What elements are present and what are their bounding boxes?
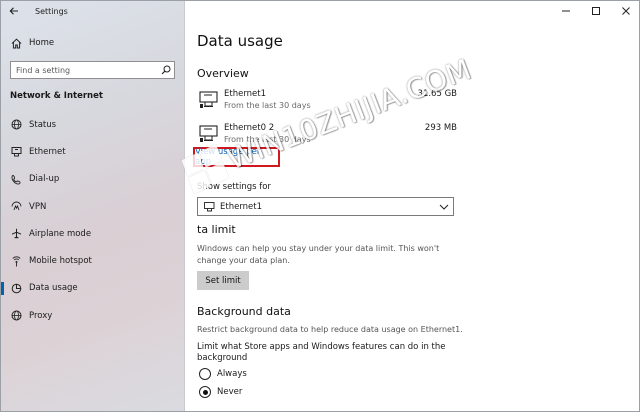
adapter-name: Ethernet0 2 xyxy=(224,123,275,133)
usage-period: From the last 30 days xyxy=(224,135,311,144)
airplane-icon xyxy=(9,228,23,239)
sidebar-item-home[interactable]: Home xyxy=(1,33,185,53)
sidebar-item-proxy[interactable]: Proxy xyxy=(1,302,185,329)
sidebar-item-status[interactable]: Status xyxy=(1,111,185,138)
radio-always[interactable]: Always xyxy=(199,368,247,380)
search-input[interactable] xyxy=(11,65,158,75)
radio-label: Always xyxy=(217,369,247,379)
sidebar-item-label: Ethernet xyxy=(29,146,66,157)
minimize-button[interactable] xyxy=(551,1,581,21)
usage-amount: 293 MB xyxy=(424,123,457,133)
radio-button[interactable] xyxy=(199,368,211,380)
home-icon xyxy=(9,38,23,49)
chevron-down-icon xyxy=(435,204,453,210)
sidebar-section-heading: Network & Internet xyxy=(10,91,103,101)
data-usage-icon xyxy=(9,283,23,294)
background-data-question: Limit what Store apps and Windows featur… xyxy=(197,342,446,363)
back-arrow-icon xyxy=(9,7,18,15)
radio-label: Never xyxy=(217,387,243,397)
sidebar-item-label: Data usage xyxy=(29,283,78,294)
sidebar-item-airplane-mode[interactable]: Airplane mode xyxy=(1,220,185,247)
radio-never[interactable]: Never xyxy=(199,386,242,398)
view-usage-per-app-link[interactable]: View usage per app xyxy=(195,147,278,167)
back-button[interactable] xyxy=(1,1,27,21)
hotspot-icon xyxy=(9,256,23,267)
app-title: Settings xyxy=(35,6,68,16)
ethernet-icon xyxy=(9,146,23,157)
sidebar-item-label: Mobile hotspot xyxy=(29,256,92,267)
sidebar-item-ethernet[interactable]: Ethernet xyxy=(1,138,185,165)
minimize-icon xyxy=(562,10,570,12)
maximize-button[interactable] xyxy=(581,1,611,21)
sidebar-item-mobile-hotspot[interactable]: Mobile hotspot xyxy=(1,247,185,274)
sidebar: Settings Home Network & Internet Status xyxy=(1,1,185,411)
globe-icon xyxy=(9,310,23,321)
data-limit-description: Windows can help you stay under your dat… xyxy=(197,244,440,265)
close-button[interactable] xyxy=(611,1,639,21)
search-icon[interactable] xyxy=(158,65,174,75)
usage-amount: 31.65 GB xyxy=(417,89,457,99)
ethernet-icon xyxy=(204,201,215,212)
network-select[interactable]: Ethernet1 xyxy=(197,197,454,216)
set-limit-button[interactable]: Set limit xyxy=(197,271,249,290)
sidebar-item-label: Status xyxy=(29,119,57,130)
usage-row-ethernet1: Ethernet1 From the last 30 days 31.65 GB xyxy=(197,89,457,117)
ethernet-icon xyxy=(199,125,219,146)
globe-icon xyxy=(9,119,23,130)
data-limit-heading: ta limit xyxy=(197,223,236,236)
maximize-icon xyxy=(592,7,600,15)
overview-heading: Overview xyxy=(197,67,249,80)
phone-icon xyxy=(9,174,23,185)
settings-window: Settings Home Network & Internet Status xyxy=(0,0,640,412)
network-select-value: Ethernet1 xyxy=(220,201,263,212)
sidebar-nav: Status Ethernet Dial-up VPN Airplane mod… xyxy=(1,111,185,329)
adapter-name: Ethernet1 xyxy=(224,89,267,99)
title-bar: Settings xyxy=(1,1,185,21)
sidebar-item-label: Airplane mode xyxy=(29,228,92,239)
vpn-icon xyxy=(9,201,23,212)
radio-button[interactable] xyxy=(199,386,211,398)
show-settings-label: Show settings for xyxy=(197,182,271,192)
sidebar-item-label: VPN xyxy=(29,201,47,212)
background-data-heading: Background data xyxy=(197,305,291,318)
main-content: Data usage Overview Ethernet1 From the l… xyxy=(185,1,639,411)
background-data-description: Restrict background data to help reduce … xyxy=(197,325,463,334)
sidebar-item-label: Home xyxy=(29,38,55,48)
usage-period: From the last 30 days xyxy=(224,101,311,110)
sidebar-item-vpn[interactable]: VPN xyxy=(1,193,185,220)
window-controls xyxy=(551,1,639,21)
highlight-box: View usage per app xyxy=(193,147,280,167)
search-box[interactable] xyxy=(10,61,175,79)
sidebar-item-data-usage[interactable]: Data usage xyxy=(1,275,185,302)
sidebar-item-dial-up[interactable]: Dial-up xyxy=(1,166,185,193)
sidebar-item-label: Dial-up xyxy=(29,174,60,185)
ethernet-icon xyxy=(199,91,219,112)
page-title: Data usage xyxy=(197,32,283,50)
close-icon xyxy=(622,7,630,15)
sidebar-item-label: Proxy xyxy=(29,310,53,321)
